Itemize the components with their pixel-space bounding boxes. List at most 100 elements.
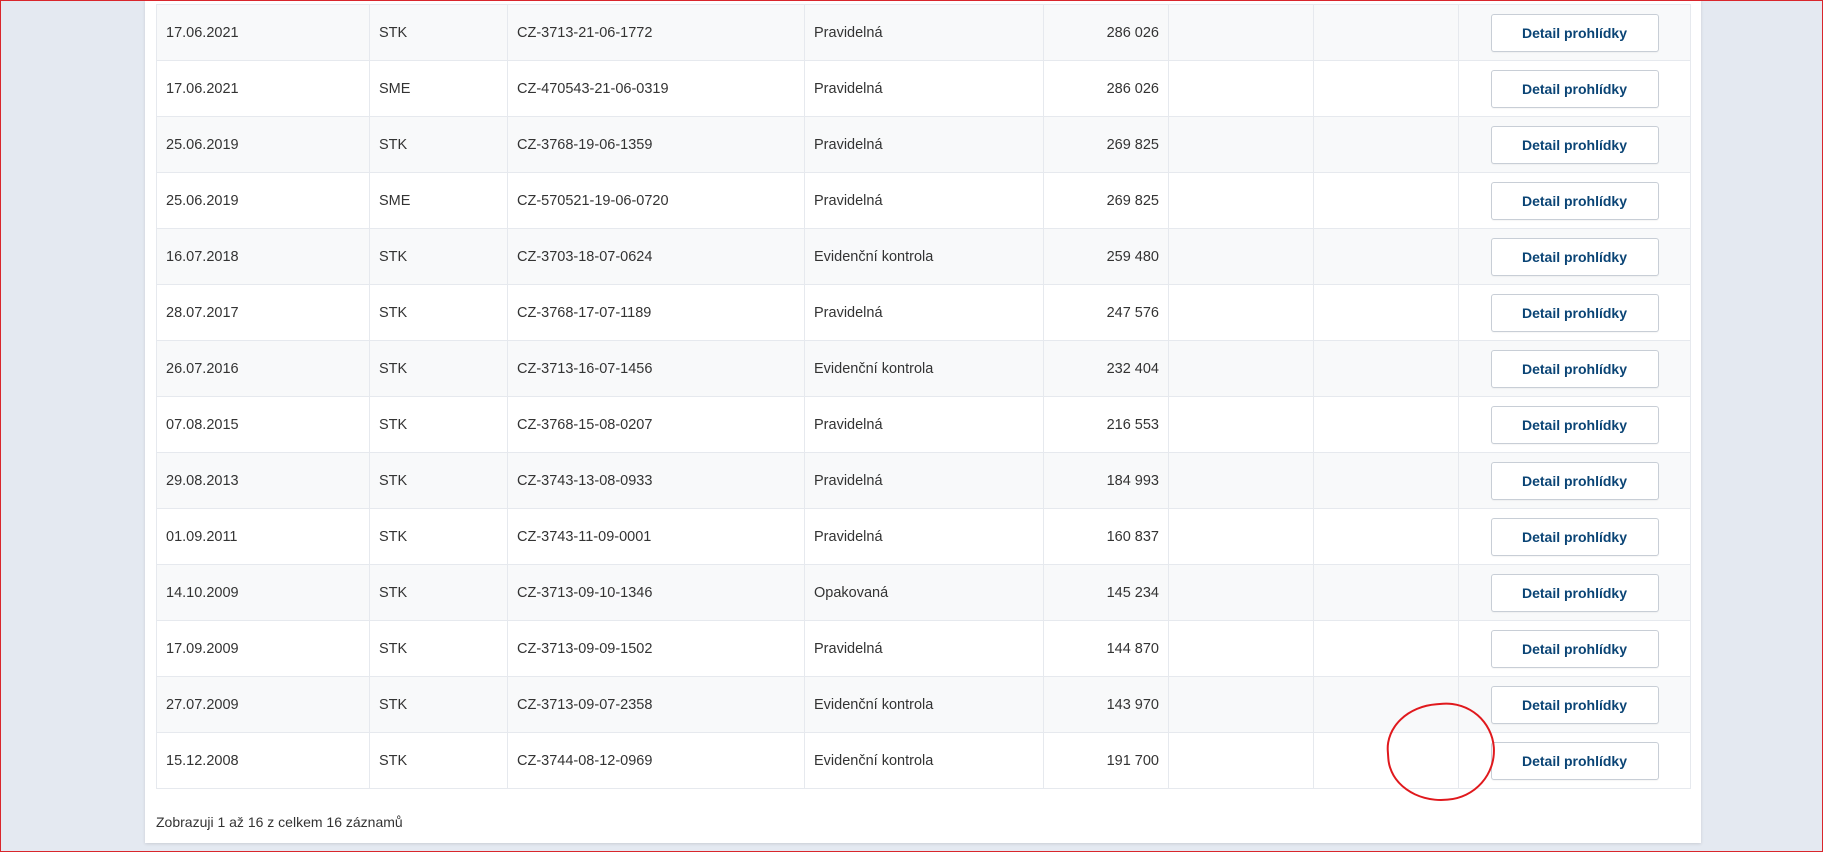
cell-odometer: 143 970 — [1043, 676, 1169, 733]
cell-inspection-type-text: STK — [379, 304, 408, 321]
detail-inspection-button[interactable]: Detail prohlídky — [1490, 293, 1659, 332]
cell-protocol-number: CZ-3713-09-07-2358 — [507, 676, 805, 733]
cell-odometer-text: 259 480 — [1106, 248, 1159, 265]
cell-empty — [1313, 564, 1459, 621]
cell-protocol-number-text: CZ-3713-09-10-1346 — [517, 584, 653, 601]
cell-action: Detail prohlídky — [1458, 284, 1691, 341]
cell-inspection-kind: Pravidelná — [804, 452, 1044, 509]
cell-date: 15.12.2008 — [156, 732, 370, 789]
cell-inspection-kind-text: Evidenční kontrola — [814, 696, 934, 713]
cell-date: 01.09.2011 — [156, 508, 370, 565]
detail-inspection-button[interactable]: Detail prohlídky — [1490, 741, 1659, 780]
cell-date-text: 14.10.2009 — [166, 584, 239, 601]
cell-protocol-number-text: CZ-3713-16-07-1456 — [517, 360, 653, 377]
cell-inspection-type: STK — [369, 4, 508, 61]
cell-odometer: 160 837 — [1043, 508, 1169, 565]
detail-inspection-button[interactable]: Detail prohlídky — [1490, 181, 1659, 220]
cell-protocol-number-text: CZ-470543-21-06-0319 — [517, 80, 669, 97]
cell-odometer-text: 143 970 — [1106, 696, 1159, 713]
cell-protocol-number-text: CZ-3703-18-07-0624 — [517, 248, 653, 265]
cell-action: Detail prohlídky — [1458, 116, 1691, 173]
cell-inspection-type-text: STK — [379, 472, 408, 489]
cell-date: 26.07.2016 — [156, 340, 370, 397]
cell-protocol-number: CZ-3703-18-07-0624 — [507, 228, 805, 285]
cell-inspection-type-text: STK — [379, 640, 408, 657]
cell-date-text: 27.07.2009 — [166, 696, 239, 713]
detail-inspection-button[interactable]: Detail prohlídky — [1490, 573, 1659, 612]
cell-date-text: 29.08.2013 — [166, 472, 239, 489]
cell-inspection-kind: Pravidelná — [804, 508, 1044, 565]
cell-protocol-number: CZ-3768-19-06-1359 — [507, 116, 805, 173]
table-row: 07.08.2015 STK CZ-3768-15-08-0207 Pravideln… — [156, 396, 1691, 453]
cell-empty — [1313, 340, 1459, 397]
cell-date: 07.08.2015 — [156, 396, 370, 453]
cell-action: Detail prohlídky — [1458, 228, 1691, 285]
detail-inspection-button[interactable]: Detail prohlídky — [1490, 685, 1659, 724]
cell-empty — [1168, 284, 1314, 341]
cell-date-text: 16.07.2018 — [166, 248, 239, 265]
detail-inspection-button[interactable]: Detail prohlídky — [1490, 125, 1659, 164]
detail-inspection-button[interactable]: Detail prohlídky — [1490, 349, 1659, 388]
cell-inspection-type: STK — [369, 676, 508, 733]
cell-empty — [1168, 676, 1314, 733]
cell-inspection-type: SME — [369, 60, 508, 117]
table-row: 28.07.2017 STK CZ-3768-17-07-1189 Pravideln… — [156, 284, 1691, 341]
cell-empty — [1168, 620, 1314, 677]
cell-protocol-number-text: CZ-3713-21-06-1772 — [517, 24, 653, 41]
cell-odometer-text: 286 026 — [1106, 24, 1159, 41]
cell-inspection-kind-text: Pravidelná — [814, 80, 883, 97]
cell-date-text: 17.06.2021 — [166, 24, 239, 41]
cell-date: 17.09.2009 — [156, 620, 370, 677]
cell-action: Detail prohlídky — [1458, 172, 1691, 229]
cell-inspection-kind-text: Pravidelná — [814, 24, 883, 41]
cell-inspection-type-text: STK — [379, 584, 408, 601]
cell-protocol-number-text: CZ-3713-09-07-2358 — [517, 696, 653, 713]
detail-inspection-button[interactable]: Detail prohlídky — [1490, 13, 1659, 52]
cell-action: Detail prohlídky — [1458, 508, 1691, 565]
cell-odometer: 269 825 — [1043, 116, 1169, 173]
cell-inspection-kind: Evidenční kontrola — [804, 732, 1044, 789]
cell-protocol-number-text: CZ-3768-15-08-0207 — [517, 416, 653, 433]
cell-date-text: 28.07.2017 — [166, 304, 239, 321]
cell-odometer: 232 404 — [1043, 340, 1169, 397]
cell-inspection-type: SME — [369, 172, 508, 229]
detail-inspection-button[interactable]: Detail prohlídky — [1490, 237, 1659, 276]
cell-empty — [1168, 564, 1314, 621]
cell-protocol-number: CZ-3743-13-08-0933 — [507, 452, 805, 509]
cell-date: 17.06.2021 — [156, 4, 370, 61]
cell-protocol-number-text: CZ-570521-19-06-0720 — [517, 192, 669, 209]
cell-empty — [1313, 116, 1459, 173]
cell-odometer: 145 234 — [1043, 564, 1169, 621]
cell-inspection-kind-text: Evidenční kontrola — [814, 360, 934, 377]
cell-date: 25.06.2019 — [156, 116, 370, 173]
cell-odometer: 144 870 — [1043, 620, 1169, 677]
cell-odometer: 191 700 — [1043, 732, 1169, 789]
detail-inspection-button[interactable]: Detail prohlídky — [1490, 69, 1659, 108]
inspection-table-body: 17.06.2021 STK CZ-3713-21-06-1772 Pravideln… — [156, 4, 1691, 789]
table-row: 17.06.2021 STK CZ-3713-21-06-1772 Pravideln… — [156, 4, 1691, 61]
cell-inspection-kind: Evidenční kontrola — [804, 228, 1044, 285]
cell-inspection-type: STK — [369, 564, 508, 621]
cell-odometer: 286 026 — [1043, 60, 1169, 117]
detail-inspection-button[interactable]: Detail prohlídky — [1490, 461, 1659, 500]
cell-odometer-text: 144 870 — [1106, 640, 1159, 657]
cell-inspection-kind: Pravidelná — [804, 172, 1044, 229]
cell-inspection-kind: Pravidelná — [804, 4, 1044, 61]
cell-inspection-kind: Pravidelná — [804, 396, 1044, 453]
detail-inspection-button[interactable]: Detail prohlídky — [1490, 629, 1659, 668]
cell-odometer-text: 184 993 — [1106, 472, 1159, 489]
cell-date: 27.07.2009 — [156, 676, 370, 733]
cell-inspection-type-text: STK — [379, 416, 408, 433]
detail-inspection-button[interactable]: Detail prohlídky — [1490, 517, 1659, 556]
table-row: 17.09.2009 STK CZ-3713-09-09-1502 Pravideln… — [156, 620, 1691, 677]
cell-inspection-kind-text: Evidenční kontrola — [814, 752, 934, 769]
cell-inspection-kind: Opakovaná — [804, 564, 1044, 621]
cell-inspection-kind-text: Pravidelná — [814, 472, 883, 489]
table-row: 16.07.2018 STK CZ-3703-18-07-0624 Evidenční… — [156, 228, 1691, 285]
cell-date: 16.07.2018 — [156, 228, 370, 285]
cell-empty — [1168, 340, 1314, 397]
cell-odometer-text: 269 825 — [1106, 136, 1159, 153]
cell-inspection-kind: Pravidelná — [804, 60, 1044, 117]
detail-inspection-button[interactable]: Detail prohlídky — [1490, 405, 1659, 444]
cell-date: 29.08.2013 — [156, 452, 370, 509]
